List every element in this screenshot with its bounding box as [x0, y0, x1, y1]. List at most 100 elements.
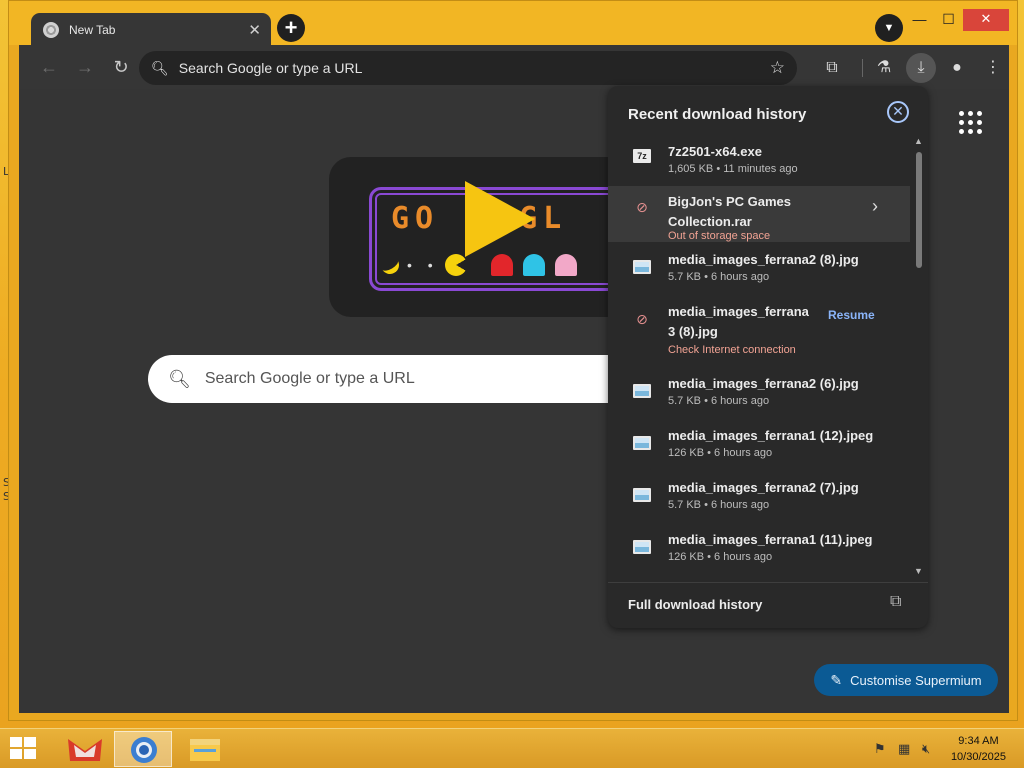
taskbar-browser[interactable]	[114, 731, 172, 767]
puzzle-icon: ⧉	[826, 59, 838, 76]
chevron-right-icon[interactable]: ›	[872, 196, 878, 217]
image-file-icon	[633, 260, 651, 274]
action-center-icon[interactable]: ⚑	[874, 741, 886, 757]
download-item[interactable]: media_images_ferrana1 (11).jpeg 126 KB •…	[608, 522, 910, 574]
tab-search-button[interactable]: ▼	[875, 14, 903, 42]
toolbar-divider	[862, 59, 863, 77]
download-filename-line2: 3 (8).jpg	[668, 324, 718, 339]
back-arrow-icon: ←	[40, 57, 58, 77]
image-file-icon	[633, 540, 651, 554]
image-file-icon	[633, 384, 651, 398]
image-file-icon	[633, 436, 651, 450]
close-window-button[interactable]: ✕	[963, 9, 1009, 31]
person-icon: ●	[952, 59, 962, 76]
pacman-icon	[444, 253, 467, 276]
customise-label: Customise Supermium	[850, 672, 982, 688]
minimize-icon: —	[912, 11, 927, 27]
reload-button[interactable]: ↻	[109, 55, 133, 79]
close-downloads-button[interactable]: ✕	[887, 101, 909, 123]
download-item[interactable]: ⊘ media_images_ferrana 3 (8).jpg Check I…	[608, 294, 910, 366]
download-icon: ⤓	[917, 59, 925, 76]
downloads-button[interactable]: ⤓	[906, 53, 936, 83]
open-external-icon: ⧉	[890, 593, 902, 610]
new-tab-button[interactable]: +	[277, 14, 305, 42]
banana-icon	[377, 252, 403, 278]
chevron-down-icon: ▼	[883, 22, 895, 34]
tab-close-icon[interactable]: ✕	[248, 21, 261, 39]
download-meta: 126 KB • 6 hours ago	[668, 551, 773, 563]
title-bar: New Tab ✕ + ▼ — ☐ ✕	[9, 1, 1017, 47]
flask-icon: ⚗	[876, 59, 892, 76]
search-icon: 🔍︎	[151, 59, 169, 76]
download-meta: 5.7 KB • 6 hours ago	[668, 271, 770, 283]
download-filename: media_images_ferrana1 (12).jpeg	[668, 428, 874, 443]
download-filename: media_images_ferrana2 (8).jpg	[668, 252, 859, 267]
downloads-scrollbar[interactable]: ▲ ▼	[912, 134, 926, 578]
more-vertical-icon: ⋮	[985, 59, 1001, 76]
clock-time: 9:34 AM	[958, 735, 999, 747]
doodle-letters-left: GO	[391, 201, 440, 236]
pencil-icon: ✎	[830, 671, 843, 688]
forward-button[interactable]: →	[73, 55, 97, 79]
address-bar[interactable]: 🔍︎ Search Google or type a URL ☆	[139, 51, 797, 85]
scroll-up-icon[interactable]: ▲	[914, 136, 923, 146]
bookmark-star-icon[interactable]: ☆	[770, 58, 785, 78]
doodle-sprites: • •	[377, 252, 587, 278]
scrollbar-thumb[interactable]	[916, 152, 922, 268]
maximize-icon: ☐	[942, 11, 955, 27]
taskbar-file-explorer[interactable]	[176, 731, 234, 767]
customise-supermium-button[interactable]: ✎ Customise Supermium	[814, 664, 998, 696]
start-button[interactable]	[10, 737, 38, 761]
downloads-list: 7z 7z2501-x64.exe 1,605 KB • 11 minutes …	[608, 134, 928, 578]
resume-button[interactable]: Resume	[828, 308, 875, 322]
forward-arrow-icon: →	[76, 57, 94, 77]
download-filename: 7z2501-x64.exe	[668, 144, 762, 159]
search-icon: 🔍︎	[168, 368, 191, 389]
back-button[interactable]: ←	[37, 55, 61, 79]
tab-new-tab[interactable]: New Tab ✕	[31, 13, 271, 47]
extensions-button[interactable]: ⧉	[817, 53, 847, 83]
download-filename: media_images_ferrana2 (7).jpg	[668, 480, 859, 495]
download-failed-icon: ⊘	[636, 199, 648, 215]
download-item[interactable]: media_images_ferrana2 (6).jpg 5.7 KB • 6…	[608, 366, 910, 418]
toolbar: ← → ↻ 🔍︎ Search Google or type a URL ☆ ⧉…	[19, 45, 1009, 89]
download-item[interactable]: ⊘ BigJon's PC Games Collection.rar Out o…	[608, 186, 910, 242]
google-doodle[interactable]: GO GL • •	[329, 157, 629, 317]
close-icon: ✕	[980, 11, 992, 26]
scroll-down-icon[interactable]: ▼	[914, 566, 923, 576]
red-ghost-icon	[490, 253, 513, 276]
menu-button[interactable]: ⋮	[978, 53, 1008, 83]
close-icon: ✕	[892, 103, 904, 119]
clock[interactable]: 9:34 AM 10/30/2025	[951, 733, 1006, 765]
download-filename-line1: media_images_ferrana	[668, 304, 809, 319]
download-item[interactable]: 7z 7z2501-x64.exe 1,605 KB • 11 minutes …	[608, 134, 910, 186]
app-store-icon	[68, 739, 102, 761]
download-item[interactable]: media_images_ferrana2 (8).jpg 5.7 KB • 6…	[608, 242, 910, 294]
download-item[interactable]: media_images_ferrana2 (7).jpg 5.7 KB • 6…	[608, 470, 910, 522]
cyan-ghost-icon	[522, 253, 545, 276]
folder-icon	[190, 739, 220, 761]
network-icon[interactable]: ▦	[898, 741, 910, 757]
profile-button[interactable]: ●	[942, 53, 972, 83]
maximize-button[interactable]: ☐	[934, 9, 963, 31]
download-filename: media_images_ferrana2 (6).jpg	[668, 376, 859, 391]
window-controls: — ☐ ✕	[905, 9, 1009, 31]
ntp-search-box[interactable]: 🔍︎ Search Google or type a URL	[148, 355, 648, 403]
taskbar: ⚑ ▦ 🔇︎ 9:34 AM 10/30/2025	[0, 728, 1024, 768]
download-filename-line1: BigJon's PC Games	[668, 194, 792, 209]
full-download-history-link[interactable]: Full download history ⧉	[608, 582, 928, 628]
browser-globe-icon	[131, 737, 157, 763]
taskbar-app-store[interactable]	[56, 731, 114, 767]
pink-ghost-icon	[554, 253, 577, 276]
tab-title: New Tab	[69, 23, 116, 37]
clock-date: 10/30/2025	[950, 751, 1006, 763]
download-failed-icon: ⊘	[636, 311, 648, 327]
minimize-button[interactable]: —	[905, 9, 934, 31]
download-item[interactable]: media_images_ferrana1 (12).jpeg 126 KB •…	[608, 418, 910, 470]
google-apps-button[interactable]	[959, 111, 983, 135]
volume-muted-icon[interactable]: 🔇︎	[922, 741, 930, 757]
reload-icon: ↻	[113, 57, 129, 77]
downloads-bubble: Recent download history ✕ 7z 7z2501-x64.…	[608, 86, 928, 628]
labs-button[interactable]: ⚗	[869, 53, 899, 83]
download-filename-line2: Collection.rar	[668, 214, 752, 229]
